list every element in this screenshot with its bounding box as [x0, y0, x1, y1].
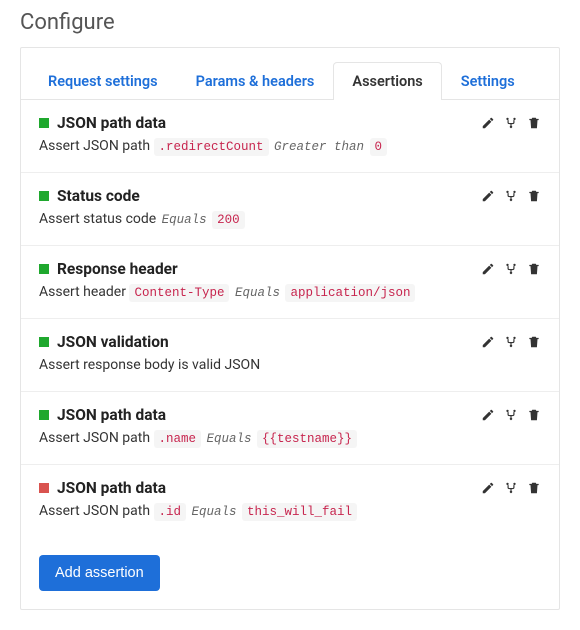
assertion-actions [481, 335, 541, 349]
assertion-item: Response header Assert header Content-Typ… [21, 246, 559, 319]
assertion-prefix: Assert JSON path [39, 430, 154, 446]
status-indicator [39, 191, 49, 201]
assertion-target: this_will_fail [242, 503, 357, 521]
assertion-prefix: Assert JSON path [39, 503, 154, 519]
assertion-item: Status code Assert status code Equals 200 [21, 173, 559, 246]
assertion-prefix: Assert JSON path [39, 138, 154, 154]
assertion-prefix: Assert status code [39, 211, 160, 227]
assertion-comparison: Equals [160, 213, 209, 227]
fork-icon[interactable] [504, 262, 518, 276]
edit-icon[interactable] [481, 408, 495, 422]
assertion-title: JSON path data [57, 406, 166, 424]
delete-icon[interactable] [527, 481, 541, 495]
tab-settings[interactable]: Settings [442, 62, 534, 100]
assertion-target: 0 [370, 138, 388, 156]
assertion-target: 200 [212, 211, 245, 229]
assertion-title: JSON validation [57, 333, 169, 351]
assertion-title: Status code [57, 187, 140, 205]
delete-icon[interactable] [527, 262, 541, 276]
status-indicator [39, 483, 49, 493]
delete-icon[interactable] [527, 408, 541, 422]
fork-icon[interactable] [504, 335, 518, 349]
status-indicator [39, 264, 49, 274]
add-assertion-row: Add assertion [21, 537, 559, 609]
assertion-actions [481, 408, 541, 422]
fork-icon[interactable] [504, 116, 518, 130]
tab-params-headers[interactable]: Params & headers [177, 62, 334, 100]
status-indicator [39, 410, 49, 420]
assertion-target: {{testname}} [257, 430, 357, 448]
assertion-item: JSON path data Assert JSON path .id Equal… [21, 465, 559, 537]
assertion-actions [481, 481, 541, 495]
assertion-description: Assert JSON path .id Equals this_will_fa… [39, 503, 541, 519]
assertion-list: JSON path data Assert JSON path .redirect… [21, 100, 559, 537]
assertion-actions [481, 116, 541, 130]
assertion-item: JSON path data Assert JSON path .name Equ… [21, 392, 559, 465]
assertion-description: Assert header Content-Type Equals applic… [39, 284, 541, 300]
configure-panel: Request settings Params & headers Assert… [20, 47, 560, 610]
edit-icon[interactable] [481, 335, 495, 349]
edit-icon[interactable] [481, 189, 495, 203]
assertion-description: Assert status code Equals 200 [39, 211, 541, 227]
assertion-title: JSON path data [57, 114, 166, 132]
tab-request-settings[interactable]: Request settings [29, 62, 177, 100]
fork-icon[interactable] [504, 408, 518, 422]
status-indicator [39, 118, 49, 128]
tab-bar: Request settings Params & headers Assert… [21, 48, 559, 100]
assertion-title: Response header [57, 260, 178, 278]
delete-icon[interactable] [527, 335, 541, 349]
assertion-target: application/json [285, 284, 415, 302]
assertion-actions [481, 262, 541, 276]
assertion-prefix: Assert header [39, 284, 129, 300]
edit-icon[interactable] [481, 262, 495, 276]
assertion-path: .redirectCount [154, 138, 269, 156]
edit-icon[interactable] [481, 116, 495, 130]
assertion-actions [481, 189, 541, 203]
assertion-path: .id [154, 503, 187, 521]
add-assertion-button[interactable]: Add assertion [39, 555, 160, 591]
assertion-item: JSON path data Assert JSON path .redirect… [21, 100, 559, 173]
delete-icon[interactable] [527, 189, 541, 203]
fork-icon[interactable] [504, 481, 518, 495]
page-title: Configure [20, 10, 560, 35]
delete-icon[interactable] [527, 116, 541, 130]
assertion-description: Assert response body is valid JSON [39, 357, 541, 373]
assertion-path: .name [154, 430, 202, 448]
assertion-comparison: Equals [190, 505, 239, 519]
tab-assertions[interactable]: Assertions [333, 62, 441, 100]
assertion-description: Assert JSON path .redirectCount Greater … [39, 138, 541, 154]
assertion-description: Assert JSON path .name Equals {{testname… [39, 430, 541, 446]
assertion-title: JSON path data [57, 479, 166, 497]
assertion-comparison: Equals [233, 286, 282, 300]
assertion-path: Content-Type [129, 284, 229, 302]
assertion-item: JSON validation Assert response body is v… [21, 319, 559, 392]
edit-icon[interactable] [481, 481, 495, 495]
assertion-comparison: Greater than [272, 140, 366, 154]
status-indicator [39, 337, 49, 347]
fork-icon[interactable] [504, 189, 518, 203]
assertion-prefix: Assert response body is valid JSON [39, 357, 260, 373]
assertion-comparison: Equals [205, 432, 254, 446]
